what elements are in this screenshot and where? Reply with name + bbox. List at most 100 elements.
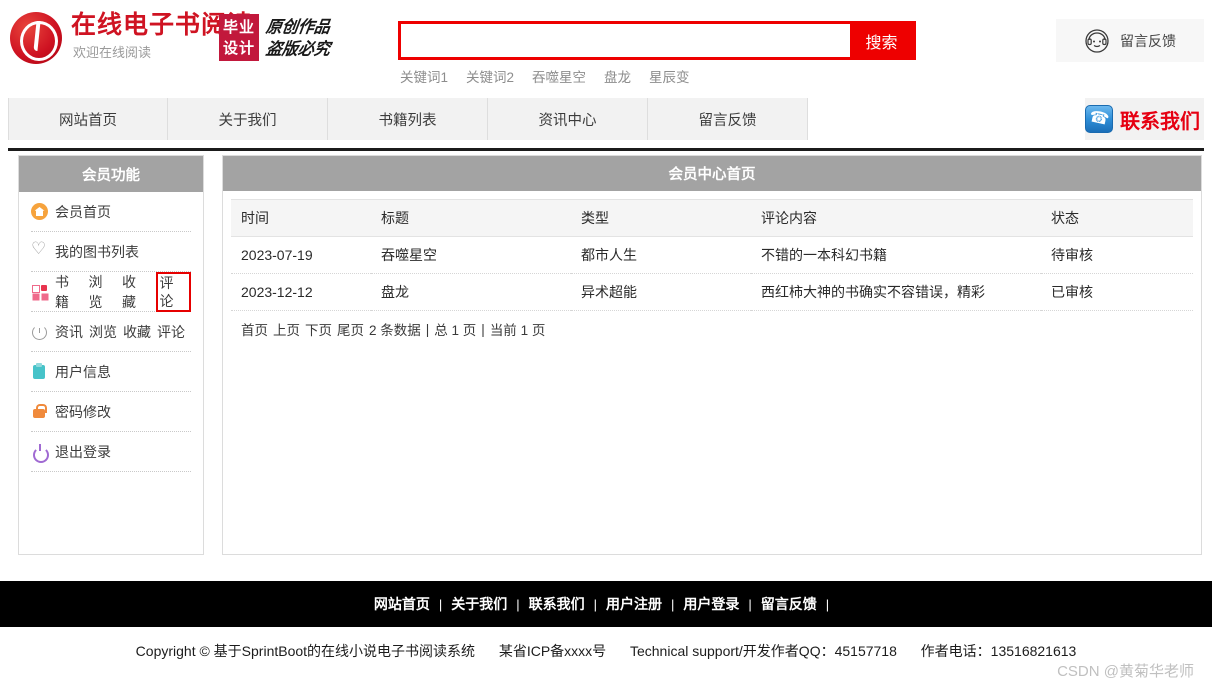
site-header: 在线电子书阅读 欢迎在线阅读 毕业 设计 原创作品 盗版必究 搜索 关键词1 关…: [0, 0, 1212, 92]
header-feedback-button[interactable]: 留言反馈: [1056, 19, 1204, 62]
clipboard-icon: [31, 363, 48, 380]
search-button[interactable]: 搜索: [850, 24, 913, 57]
nav-item-home[interactable]: 网站首页: [8, 98, 168, 140]
footer-link-feedback[interactable]: 留言反馈: [761, 594, 817, 614]
keyword-link[interactable]: 盘龙: [604, 66, 631, 86]
keyword-link[interactable]: 关键词1: [400, 66, 448, 86]
sidebar-label-browse[interactable]: 浏览: [89, 272, 117, 312]
nav-underline-divider: [8, 148, 1204, 151]
footer-separator: |: [438, 596, 443, 612]
sidebar-list: 会员首页 我的图书列表 书籍 浏览 收藏 评论: [19, 192, 203, 472]
sidebar-label[interactable]: 我的图书列表: [55, 242, 139, 262]
table-row[interactable]: 2023-12-12 盘龙 异术超能 西红柿大神的书确实不容错误，精彩 已审核: [231, 273, 1193, 311]
footer-navigation: 网站首页 | 关于我们 | 联系我们 | 用户注册 | 用户登录 | 留言反馈 …: [0, 581, 1212, 627]
search-area: 搜索 关键词1 关键词2 吞噬星空 盘龙 星辰变: [398, 21, 916, 86]
copyright-text: Copyright © 基于SprintBoot的在线小说电子书阅读系统: [135, 643, 476, 659]
footer-link-home[interactable]: 网站首页: [374, 594, 430, 614]
cell-comment: 不错的一本科幻书籍: [751, 236, 1041, 274]
cell-time: 2023-07-19: [231, 236, 371, 274]
footer-separator: |: [593, 596, 597, 612]
nav-item-news-center[interactable]: 资讯中心: [488, 98, 648, 140]
sidebar-label-books[interactable]: 书籍: [55, 272, 83, 312]
grid-books-icon: [31, 283, 48, 300]
phone-icon: ☎: [1085, 105, 1113, 133]
pager-current-page: 当前 1 页: [489, 323, 546, 338]
sidebar-label-news[interactable]: 资讯: [55, 322, 83, 342]
footer-separator: |: [825, 596, 830, 612]
keyword-link[interactable]: 星辰变: [649, 66, 690, 86]
table-header-row: 时间 标题 类型 评论内容 状态: [231, 199, 1193, 237]
sidebar-label[interactable]: 用户信息: [55, 362, 111, 382]
calligraphy-line-2: 盗版必究: [264, 38, 332, 58]
pager-separator: |: [425, 321, 430, 337]
member-sidebar: 会员功能 会员首页 我的图书列表 书籍 浏览 收藏 评论: [18, 155, 204, 555]
footer-link-login[interactable]: 用户登录: [683, 594, 739, 614]
cell-title: 盘龙: [371, 273, 571, 311]
sidebar-label-favorite[interactable]: 收藏: [123, 322, 151, 342]
pager-last[interactable]: 尾页: [337, 319, 364, 339]
sidebar-item-news[interactable]: 资讯 浏览 收藏 评论: [31, 312, 191, 352]
search-bar: 搜索: [398, 21, 916, 60]
contact-us-button[interactable]: ☎ 联系我们: [1085, 98, 1204, 140]
panel-title: 会员中心首页: [223, 156, 1201, 191]
footer-separator: |: [671, 596, 675, 612]
sidebar-label-browse[interactable]: 浏览: [89, 322, 117, 342]
search-input[interactable]: [401, 24, 850, 57]
footer-link-contact[interactable]: 联系我们: [529, 594, 585, 614]
footer-link-register[interactable]: 用户注册: [606, 594, 662, 614]
sidebar-item-books[interactable]: 书籍 浏览 收藏 评论: [31, 271, 191, 312]
table-body: 2023-07-19 吞噬星空 都市人生 不错的一本科幻书籍 待审核 2023-…: [231, 236, 1193, 311]
clock-icon: [31, 323, 48, 340]
sidebar-item-member-home[interactable]: 会员首页: [31, 192, 191, 232]
keyword-link[interactable]: 关键词2: [466, 66, 514, 86]
copyright-line: Copyright © 基于SprintBoot的在线小说电子书阅读系统 某省I…: [136, 641, 1077, 689]
header-feedback-label: 留言反馈: [1120, 32, 1176, 49]
col-header-title: 标题: [371, 199, 571, 237]
footer-separator: |: [748, 596, 752, 612]
nav-item-book-list[interactable]: 书籍列表: [328, 98, 488, 140]
logo-mark-icon: [10, 12, 62, 64]
contact-us-label: 联系我们: [1120, 110, 1200, 133]
cell-title: 吞噬星空: [371, 236, 571, 274]
sidebar-item-my-books[interactable]: 我的图书列表: [31, 232, 191, 272]
sidebar-label-favorite[interactable]: 收藏: [122, 272, 150, 312]
pager-prev[interactable]: 上页: [273, 319, 300, 339]
sidebar-label[interactable]: 会员首页: [55, 202, 111, 222]
pager-total-records: 2 条数据: [369, 323, 421, 338]
cell-comment: 西红柿大神的书确实不容错误，精彩: [751, 273, 1041, 311]
pager-separator: |: [481, 321, 485, 337]
col-header-type: 类型: [571, 199, 751, 237]
sidebar-label[interactable]: 退出登录: [55, 442, 111, 462]
heart-icon: [31, 239, 48, 260]
table-row[interactable]: 2023-07-19 吞噬星空 都市人生 不错的一本科幻书籍 待审核: [231, 236, 1193, 274]
sidebar-item-user-info[interactable]: 用户信息: [31, 352, 191, 392]
sidebar-label-comment[interactable]: 评论: [157, 322, 185, 342]
nav-item-about[interactable]: 关于我们: [168, 98, 328, 140]
graduation-badge: 毕业 设计: [219, 14, 259, 61]
sidebar-item-logout[interactable]: 退出登录: [31, 432, 191, 472]
site-logo[interactable]: 在线电子书阅读 欢迎在线阅读: [10, 10, 253, 64]
col-header-status: 状态: [1041, 199, 1193, 237]
pagination: 首页 上页 下页 尾页 2 条数据 | 总 1 页 | 当前 1 页: [231, 311, 1193, 347]
csdn-watermark: CSDN @黄菊华老师: [1057, 663, 1194, 680]
cell-status: 已审核: [1041, 273, 1193, 311]
cell-type: 都市人生: [571, 236, 751, 274]
footer-copyright-bar: Copyright © 基于SprintBoot的在线小说电子书阅读系统 某省I…: [0, 627, 1212, 689]
pager-first[interactable]: 首页: [241, 319, 268, 339]
sidebar-item-change-password[interactable]: 密码修改: [31, 392, 191, 432]
cell-status: 待审核: [1041, 236, 1193, 274]
pager-total-pages: 总 1 页: [434, 323, 477, 338]
nav-item-feedback[interactable]: 留言反馈: [648, 98, 808, 140]
footer-link-about[interactable]: 关于我们: [451, 594, 507, 614]
content-area: 会员功能 会员首页 我的图书列表 书籍 浏览 收藏 评论: [0, 155, 1212, 580]
sidebar-label[interactable]: 密码修改: [55, 402, 111, 422]
table-wrapper: 时间 标题 类型 评论内容 状态 2023-07-19 吞噬星空 都市人生 不错: [223, 191, 1201, 347]
footer-separator: |: [516, 596, 520, 612]
badge-line-1: 毕业: [222, 18, 255, 36]
sidebar-title: 会员功能: [19, 156, 203, 192]
pager-next[interactable]: 下页: [305, 319, 332, 339]
sidebar-label-comment-highlighted[interactable]: 评论: [155, 271, 191, 312]
keyword-link[interactable]: 吞噬星空: [532, 66, 586, 86]
power-icon: [31, 443, 49, 463]
page-root: 在线电子书阅读 欢迎在线阅读 毕业 设计 原创作品 盗版必究 搜索 关键词1 关…: [0, 0, 1212, 689]
